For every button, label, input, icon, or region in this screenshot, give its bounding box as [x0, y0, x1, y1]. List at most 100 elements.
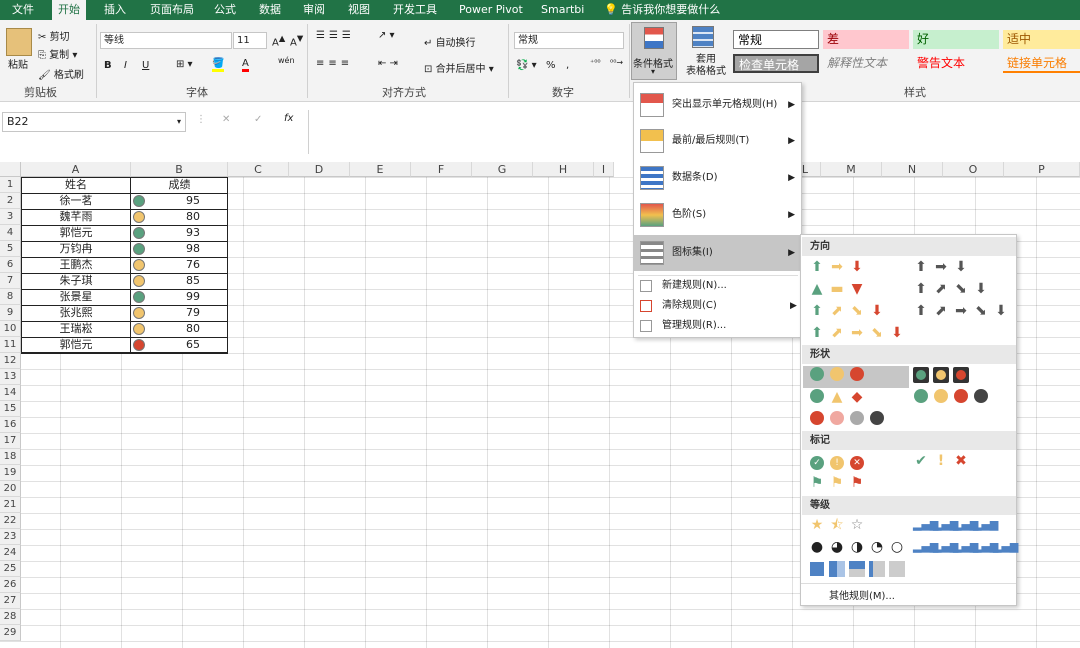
icon-set-5-ratings[interactable]: ▂▄▆▂▄▆▂▄▆▂▄▆▂▄▆ — [913, 539, 1018, 559]
column-header-d[interactable]: D — [289, 162, 350, 177]
decrease-decimal-icon[interactable]: ⁰⁰→ — [610, 58, 623, 67]
cell-name[interactable]: 魏芊雨 — [21, 209, 131, 225]
icon-set-3-symbols-circled[interactable]: ✓! ✕ — [809, 453, 869, 473]
paste-button[interactable]: 粘贴 — [8, 56, 28, 71]
column-header-m[interactable]: M — [821, 162, 882, 177]
underline-button[interactable]: U — [142, 60, 149, 71]
row-header[interactable]: 24 — [0, 545, 21, 561]
column-header-i[interactable]: I — [594, 162, 614, 177]
row-header[interactable]: 15 — [0, 401, 21, 417]
menu-item-highlight-rules[interactable]: 突出显示单元格规则(H) ▶ — [634, 87, 801, 123]
row-header[interactable]: 1 — [0, 177, 21, 193]
tab-view[interactable]: 视图 — [348, 0, 370, 20]
tab-insert[interactable]: 插入 — [104, 0, 126, 20]
style-good[interactable]: 好 — [913, 30, 999, 49]
merge-center-button[interactable]: ⊡ 合并后居中 ▾ — [424, 60, 494, 75]
font-name-combo[interactable]: 等线 — [100, 32, 232, 49]
row-header[interactable]: 26 — [0, 577, 21, 593]
tab-power-pivot[interactable]: Power Pivot — [459, 0, 523, 20]
menu-item-manage-rules[interactable]: 管理规则(R)... — [634, 315, 801, 337]
style-normal[interactable]: 常规 — [733, 30, 819, 49]
cut-button[interactable]: ✂ 剪切 — [38, 28, 70, 43]
cell-score[interactable]: 65 — [150, 337, 200, 353]
cancel-icon[interactable]: ✕ — [222, 114, 230, 125]
column-header-e[interactable]: E — [350, 162, 411, 177]
tab-data[interactable]: 数据 — [259, 0, 281, 20]
icon-set-4-traffic-lights[interactable] — [913, 389, 993, 409]
cell-score[interactable]: 80 — [150, 209, 200, 225]
style-explanatory[interactable]: 解释性文本 — [823, 54, 909, 73]
row-header[interactable]: 21 — [0, 497, 21, 513]
orientation-icon[interactable]: ↗ ▾ — [378, 30, 395, 41]
borders-icon[interactable]: ⊞ ▾ — [176, 59, 193, 70]
icon-set-5-boxes[interactable] — [809, 561, 909, 581]
column-header-f[interactable]: F — [411, 162, 472, 177]
icon-set-5-arrows-colored[interactable]: ⬆ ⬈ ➡ ⬊ ⬇ — [809, 325, 909, 345]
bold-button[interactable]: B — [104, 60, 112, 71]
column-header-g[interactable]: G — [472, 162, 533, 177]
tab-review[interactable]: 审阅 — [303, 0, 325, 20]
row-header[interactable]: 20 — [0, 481, 21, 497]
row-header[interactable]: 12 — [0, 353, 21, 369]
column-header-c[interactable]: C — [228, 162, 289, 177]
font-shrink-icon[interactable]: A▼ — [290, 33, 303, 48]
comma-style-icon[interactable]: , — [566, 60, 569, 71]
tab-file[interactable]: 文件 — [12, 0, 34, 20]
icon-set-red-to-black[interactable] — [809, 411, 889, 431]
icon-set-4-arrows-gray[interactable]: ⬆ ⬈ ⬊ ⬇ — [913, 281, 993, 301]
cell-name[interactable]: 王鹏杰 — [21, 257, 131, 273]
cell-score[interactable]: 79 — [150, 305, 200, 321]
style-linked-cell[interactable]: 链接单元格 — [1003, 54, 1080, 73]
font-size-combo[interactable]: 11 — [233, 32, 267, 49]
row-header[interactable]: 11 — [0, 337, 21, 353]
icon-set-5-arrows-gray[interactable]: ⬆ ⬈ ➡ ⬊ ⬇ — [913, 303, 1013, 323]
horizontal-align-icons[interactable]: ≡≡≡ — [316, 58, 353, 69]
column-header-n[interactable]: N — [882, 162, 943, 177]
format-as-table-button[interactable]: 套用 表格格式 — [680, 22, 726, 80]
icon-set-3-triangles[interactable]: ▲ ▬ ▼ — [809, 281, 869, 301]
font-grow-icon[interactable]: A▲ — [272, 33, 285, 48]
currency-icon[interactable]: 💱 ▾ — [516, 60, 537, 71]
row-header[interactable]: 9 — [0, 305, 21, 321]
vertical-align-icons[interactable]: ☰☰☰ — [316, 30, 355, 41]
row-header[interactable]: 4 — [0, 225, 21, 241]
column-header-a[interactable]: A — [21, 162, 131, 177]
menu-item-top-bottom[interactable]: 最前/最后规则(T) ▶ — [634, 123, 801, 159]
header-name[interactable]: 姓名 — [21, 177, 131, 193]
row-header[interactable]: 16 — [0, 417, 21, 433]
column-header-b[interactable]: B — [131, 162, 228, 177]
style-check-cell[interactable]: 检查单元格 — [733, 54, 819, 73]
cell-name[interactable]: 王瑞崧 — [21, 321, 131, 337]
row-header[interactable]: 8 — [0, 289, 21, 305]
increase-decimal-icon[interactable]: ⁺⁰⁰ — [590, 58, 601, 67]
row-header[interactable]: 18 — [0, 449, 21, 465]
icon-set-3-arrows-colored[interactable]: ⬆ ➡ ⬇ — [809, 259, 869, 279]
icon-set-3-traffic-lights-rimmed[interactable] — [913, 367, 973, 387]
row-header[interactable]: 6 — [0, 257, 21, 273]
menu-item-clear-rules[interactable]: 清除规则(C) ▶ — [634, 295, 801, 317]
cell-name[interactable]: 郭恺元 — [21, 337, 131, 353]
row-header[interactable]: 25 — [0, 561, 21, 577]
style-bad[interactable]: 差 — [823, 30, 909, 49]
cell-name[interactable]: 万钧冉 — [21, 241, 131, 257]
select-all-corner[interactable] — [0, 162, 21, 177]
cell-name[interactable]: 郭恺元 — [21, 225, 131, 241]
icon-set-3-traffic-lights[interactable] — [809, 367, 869, 387]
cell-name[interactable]: 徐一茗 — [21, 193, 131, 209]
icon-set-5-quarters[interactable]: ● ◕ ◑ ◔ ○ — [809, 539, 909, 559]
cell-score[interactable]: 76 — [150, 257, 200, 273]
more-rules-button[interactable]: 其他规则(M)... — [829, 587, 895, 602]
icon-set-4-arrows-colored[interactable]: ⬆ ⬈ ⬊ ⬇ — [809, 303, 889, 323]
row-header[interactable]: 23 — [0, 529, 21, 545]
row-header[interactable]: 5 — [0, 241, 21, 257]
row-header[interactable]: 17 — [0, 433, 21, 449]
menu-item-color-scales[interactable]: 色阶(S) ▶ — [634, 197, 801, 233]
row-header[interactable]: 7 — [0, 273, 21, 289]
cell-name[interactable]: 张景星 — [21, 289, 131, 305]
header-score[interactable]: 成绩 — [131, 177, 228, 193]
cell-name[interactable]: 张兆熙 — [21, 305, 131, 321]
cell-score[interactable]: 95 — [150, 193, 200, 209]
row-header[interactable]: 27 — [0, 593, 21, 609]
icon-set-3-symbols[interactable]: ✔! ✖ — [913, 453, 973, 473]
row-header[interactable]: 19 — [0, 465, 21, 481]
